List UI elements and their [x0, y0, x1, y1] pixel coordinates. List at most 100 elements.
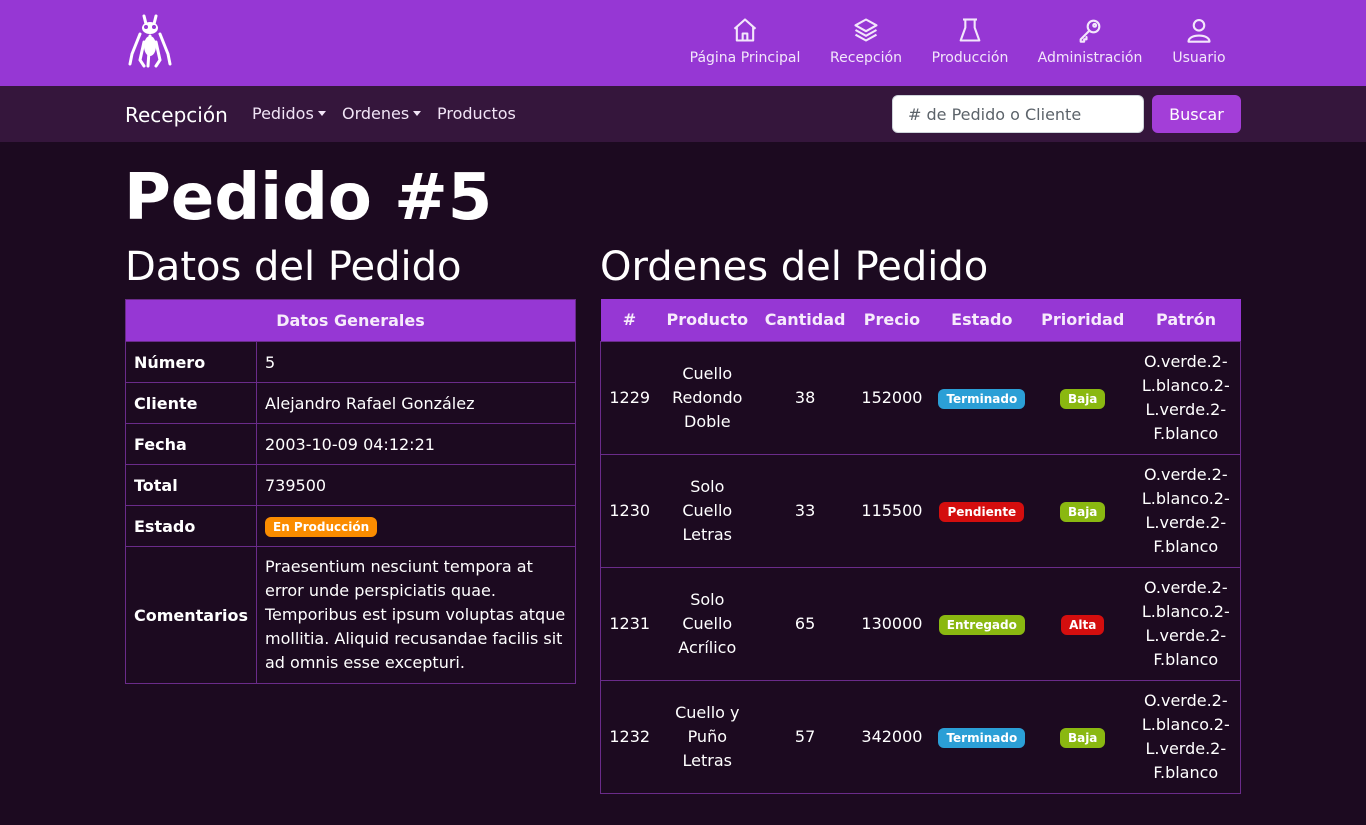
orden-cantidad: 65 [756, 566, 854, 681]
priority-badge: Baja [1059, 501, 1106, 522]
topnav-label: Usuario [1172, 50, 1226, 66]
datos-table: Datos Generales Número 5 Cliente Alejand… [125, 299, 576, 684]
lab-flask-icon [959, 18, 981, 42]
ordenes-section-title: Ordenes del Pedido [600, 244, 989, 290]
table-row[interactable]: 1229 Cuello Redondo Doble 38 152000 Termin… [600, 340, 1241, 455]
topnav-pagina-principal[interactable]: Página Principal [689, 16, 801, 72]
topnav-administracion[interactable]: Administración [1038, 16, 1142, 72]
topnav-usuario[interactable]: Usuario [1170, 16, 1228, 72]
orden-precio: 130000 [853, 566, 930, 681]
orden-id: 1232 [600, 679, 659, 794]
fecha-label: Fecha [125, 423, 257, 465]
estado-label: Estado [125, 505, 257, 547]
comentarios-value: Praesentium nesciunt tempora at error un… [256, 546, 576, 684]
numero-value: 5 [256, 341, 576, 383]
orden-producto: Solo Cuello Letras [658, 453, 757, 568]
productos-label: Productos [437, 104, 516, 123]
col-header-prioridad: Prioridad [1033, 299, 1132, 341]
cliente-label: Cliente [125, 382, 257, 424]
ordenes-dropdown[interactable]: Ordenes [342, 104, 422, 123]
col-header-id: # [600, 299, 659, 341]
orden-prioridad: Baja [1033, 679, 1132, 794]
orden-cantidad: 33 [756, 453, 854, 568]
orden-precio: 152000 [853, 340, 930, 455]
page-title: Pedido #5 [124, 161, 493, 235]
orden-precio: 115500 [853, 453, 930, 568]
col-header-cantidad: Cantidad [756, 299, 854, 341]
table-row[interactable]: 1230 Solo Cuello Letras 33 115500 Pendient… [600, 453, 1241, 568]
topnav-label: Producción [931, 50, 1009, 66]
ordenes-table: # Producto Cantidad Precio Estado Priori… [600, 299, 1241, 794]
orden-producto: Cuello Redondo Doble [658, 340, 757, 455]
priority-badge: Baja [1059, 727, 1106, 748]
search-button[interactable]: Buscar [1152, 95, 1241, 133]
orden-estado: Entregado [929, 566, 1034, 681]
orden-prioridad: Baja [1033, 340, 1132, 455]
datos-table-header: Datos Generales [125, 299, 576, 342]
total-label: Total [125, 464, 257, 506]
comentarios-label: Comentarios [125, 546, 257, 684]
orden-patron: O.verde.2- L.blanco.2- L.verde.2- F.blanco [1131, 453, 1241, 568]
chevron-down-icon [413, 111, 422, 116]
estado-cell: En Producción [256, 505, 576, 547]
col-header-estado: Estado [929, 299, 1034, 341]
table-row: Estado En Producción [125, 505, 576, 547]
priority-badge: Alta [1061, 614, 1105, 635]
house-icon [733, 18, 757, 42]
orden-prioridad: Baja [1033, 453, 1132, 568]
orden-id: 1230 [600, 453, 659, 568]
cliente-value: Alejandro Rafael González [256, 382, 576, 424]
fecha-value: 2003-10-09 04:12:21 [256, 423, 576, 465]
key-icon [1079, 19, 1101, 43]
col-header-producto: Producto [658, 299, 757, 341]
table-row: Cliente Alejandro Rafael González [125, 382, 576, 424]
person-icon [1187, 19, 1211, 43]
chevron-down-icon [317, 111, 326, 116]
table-row[interactable]: 1232 Cuello y Puño Letras 57 342000 Termin… [600, 679, 1241, 794]
table-row: Comentarios Praesentium nesciunt tempora… [125, 546, 576, 684]
table-row: Número 5 [125, 341, 576, 383]
status-badge: Entregado [938, 614, 1025, 635]
search-input[interactable] [892, 95, 1144, 133]
priority-badge: Baja [1059, 388, 1106, 409]
table-row: Total 739500 [125, 464, 576, 506]
pedidos-label: Pedidos [252, 104, 314, 123]
layers-icon [854, 18, 878, 42]
table-row[interactable]: 1231 Solo Cuello Acrílico 65 130000 Entreg… [600, 566, 1241, 681]
orden-id: 1231 [600, 566, 659, 681]
orden-cantidad: 38 [756, 340, 854, 455]
top-navbar: Página Principal Recepción Producción Ad… [0, 0, 1366, 86]
col-header-patron: Patrón [1131, 299, 1241, 341]
orden-estado: Pendiente [929, 453, 1034, 568]
ordenes-label: Ordenes [342, 104, 410, 123]
total-value: 739500 [256, 464, 576, 506]
orden-patron: O.verde.2- L.blanco.2- L.verde.2- F.blanco [1131, 340, 1241, 455]
status-badge: En Producción [265, 516, 378, 537]
productos-link[interactable]: Productos [437, 104, 516, 123]
orden-patron: O.verde.2- L.blanco.2- L.verde.2- F.blanco [1131, 679, 1241, 794]
col-header-precio: Precio [853, 299, 930, 341]
topnav-label: Administración [1037, 50, 1143, 66]
orden-cantidad: 57 [756, 679, 854, 794]
topnav-label: Página Principal [689, 50, 801, 66]
orden-patron: O.verde.2- L.blanco.2- L.verde.2- F.blanco [1131, 566, 1241, 681]
numero-label: Número [125, 341, 257, 383]
orden-id: 1229 [600, 340, 659, 455]
pedidos-dropdown[interactable]: Pedidos [252, 104, 326, 123]
topnav-produccion[interactable]: Producción [932, 16, 1008, 72]
orden-precio: 342000 [853, 679, 930, 794]
mantis-logo-icon[interactable] [126, 14, 174, 68]
orden-estado: Terminado [929, 340, 1034, 455]
status-badge: Pendiente [939, 501, 1025, 522]
datos-section-title: Datos del Pedido [125, 244, 462, 290]
status-badge: Terminado [938, 388, 1026, 409]
status-badge: Terminado [938, 727, 1026, 748]
topnav-label: Recepción [830, 50, 902, 66]
topnav-recepcion[interactable]: Recepción [830, 16, 902, 72]
orden-producto: Solo Cuello Acrílico [658, 566, 757, 681]
orden-prioridad: Alta [1033, 566, 1132, 681]
orden-estado: Terminado [929, 679, 1034, 794]
orden-producto: Cuello y Puño Letras [658, 679, 757, 794]
table-row: Fecha 2003-10-09 04:12:21 [125, 423, 576, 465]
section-brand[interactable]: Recepción [125, 103, 228, 127]
